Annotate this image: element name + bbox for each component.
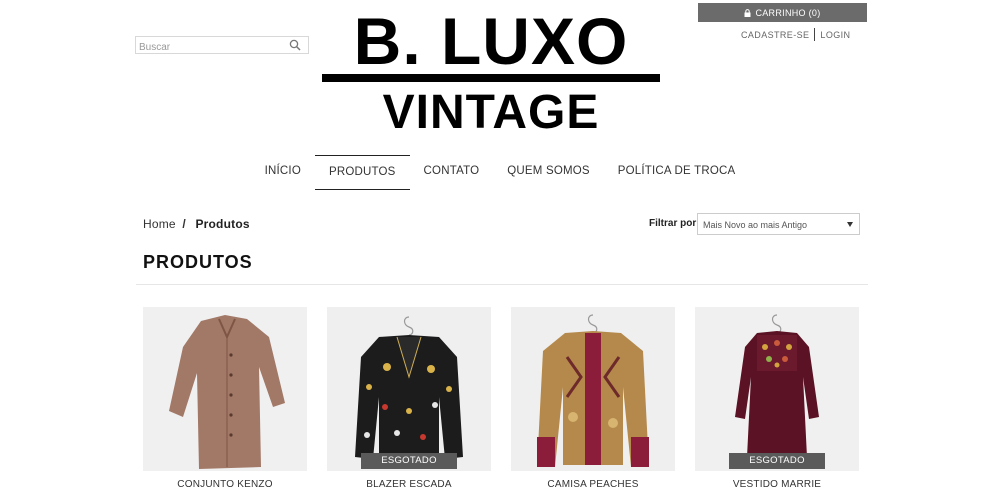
logo-line-2: VINTAGE [382,86,600,139]
product-image[interactable] [511,307,675,471]
main-nav: INÍCIO PRODUTOS CONTATO QUEM SOMOS POLÍT… [0,155,1000,190]
sold-out-badge: ESGOTADO [729,453,825,469]
cart-label: CARRINHO (0) [755,7,821,18]
account-links: CADASTRE-SE LOGIN [698,28,898,41]
product-card[interactable]: ESGOTADO VESTIDO MARRIE [695,307,859,490]
sort-select[interactable]: Mais Novo ao mais Antigo [697,213,860,235]
nav-item-inicio[interactable]: INÍCIO [251,155,315,190]
product-card[interactable]: CONJUNTO KENZO [143,307,307,490]
logo-line-1: B. LUXO [353,4,629,78]
logo-divider [322,74,660,82]
lock-icon [744,8,751,17]
product-name[interactable]: BLAZER ESCADA [327,479,491,490]
shirt-photo [511,307,675,471]
search-icon[interactable] [289,39,301,51]
account-separator [814,28,816,41]
product-name[interactable]: CAMISA PEACHES [511,479,675,490]
login-link[interactable]: LOGIN [820,30,850,40]
nav-item-quem-somos[interactable]: QUEM SOMOS [493,155,604,190]
product-card[interactable]: CAMISA PEACHES [511,307,675,490]
register-link[interactable]: CADASTRE-SE [741,30,809,40]
product-card[interactable]: ESGOTADO BLAZER ESCADA [327,307,491,490]
filter-label: Filtrar por [649,218,697,229]
dress-photo [695,307,859,471]
sold-out-badge: ESGOTADO [361,453,457,469]
search-box[interactable] [135,36,309,56]
nav-item-politica-de-troca[interactable]: POLÍTICA DE TROCA [604,155,750,190]
nav-item-produtos[interactable]: PRODUTOS [314,155,410,190]
page-title: PRODUTOS [143,252,253,272]
site-logo[interactable]: B. LUXO VINTAGE [322,4,660,139]
product-name[interactable]: CONJUNTO KENZO [143,479,307,490]
product-name[interactable]: VESTIDO MARRIE [695,479,859,490]
search-input[interactable] [136,39,286,56]
product-image[interactable]: ESGOTADO [695,307,859,471]
jacket-photo [143,307,307,471]
breadcrumb: Home / Produtos [143,217,250,231]
sort-select-value: Mais Novo ao mais Antigo [703,220,808,230]
breadcrumb-separator: / [182,217,186,231]
blazer-photo [327,307,491,471]
breadcrumb-home[interactable]: Home [143,217,176,231]
product-image[interactable] [143,307,307,471]
title-divider [136,284,868,285]
cart-button[interactable]: CARRINHO (0) [698,3,867,22]
product-image[interactable]: ESGOTADO [327,307,491,471]
nav-item-contato[interactable]: CONTATO [410,155,494,190]
breadcrumb-current: Produtos [195,217,250,231]
dropdown-arrow-icon [847,222,853,227]
